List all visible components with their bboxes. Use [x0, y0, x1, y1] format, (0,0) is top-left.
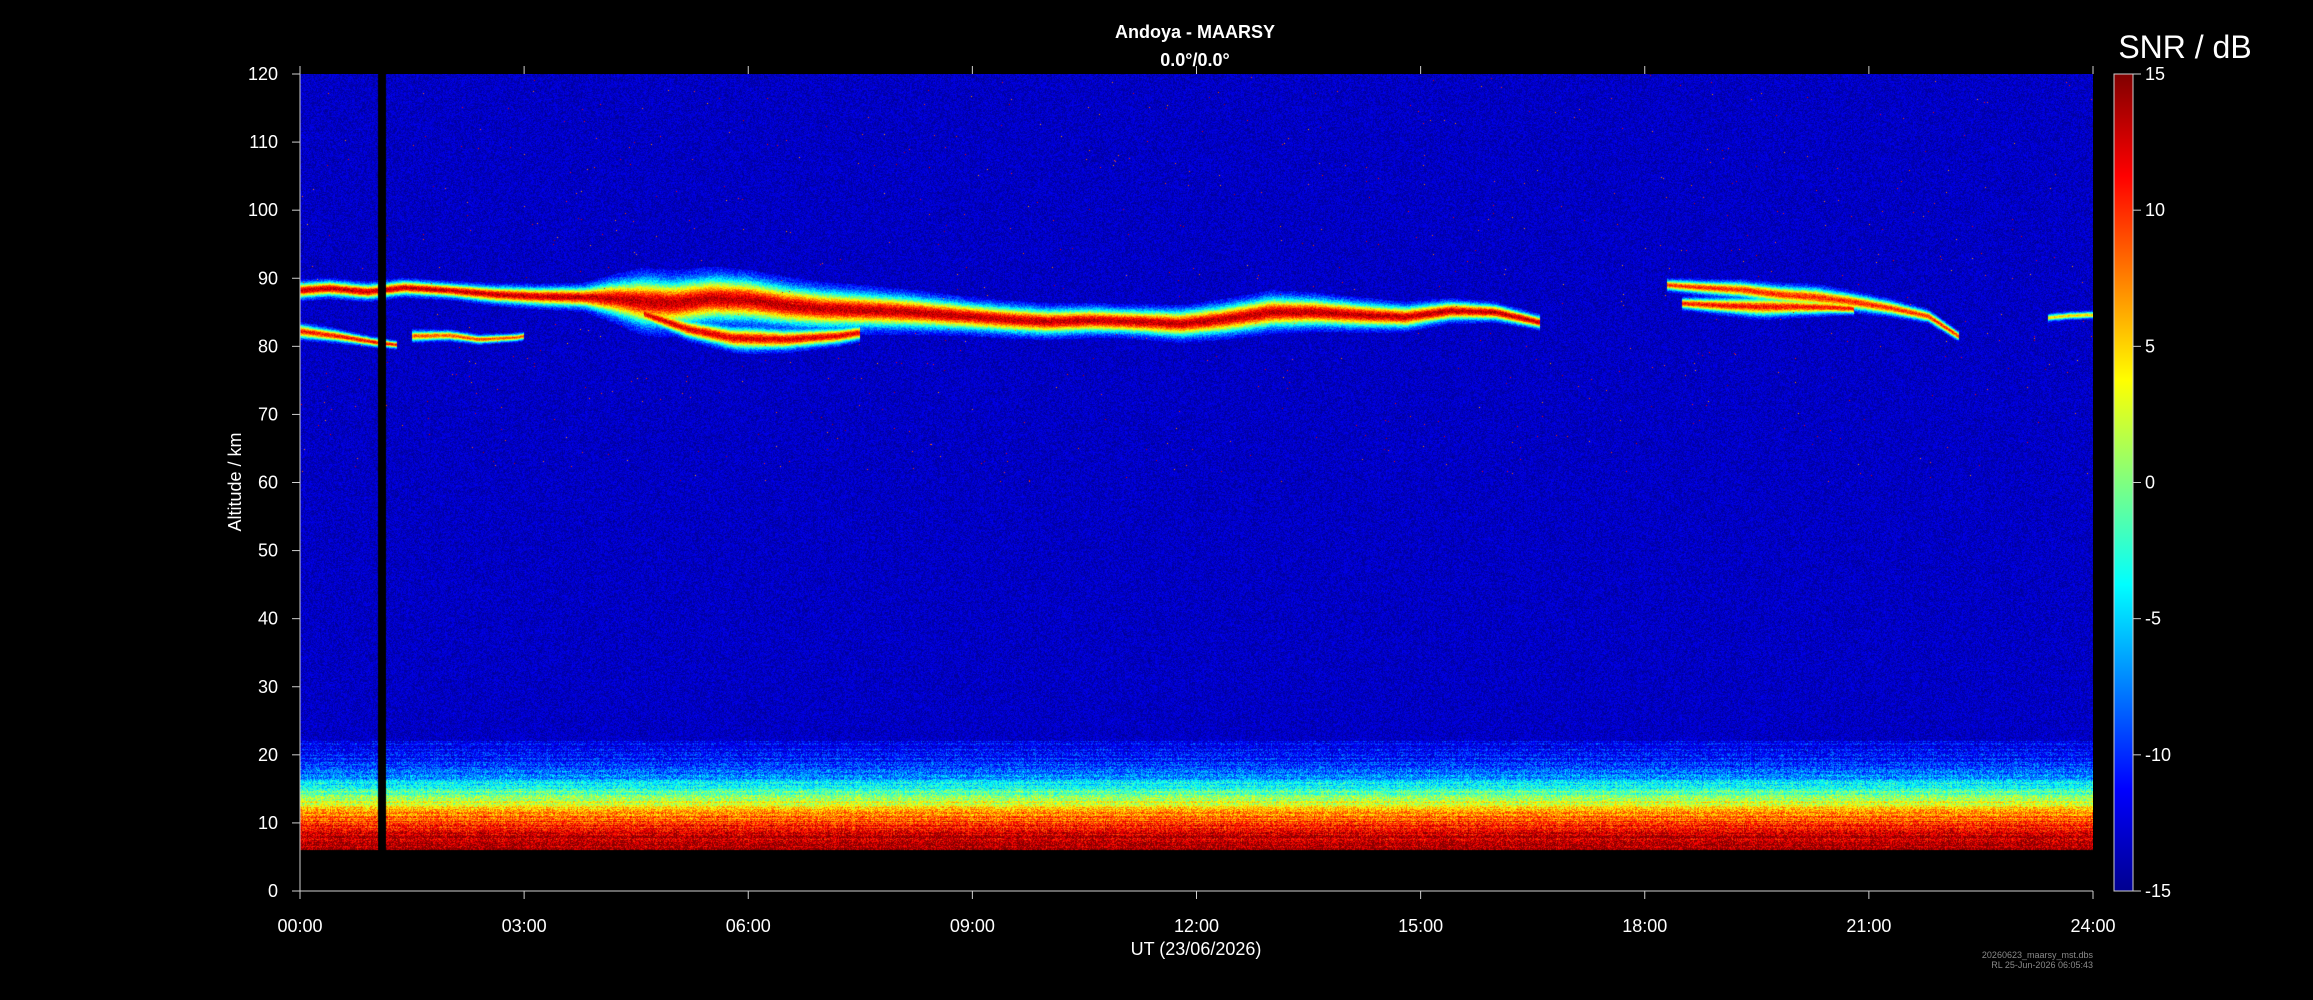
x-tick-label: 18:00 — [1622, 916, 1667, 936]
y-tick-label: 80 — [258, 336, 278, 356]
x-axis-label: UT (23/06/2026) — [1131, 939, 1262, 959]
chart-subtitle: 0.0°/0.0° — [1160, 50, 1229, 70]
y-tick-label: 110 — [249, 132, 278, 152]
colorbar — [2113, 73, 2134, 892]
snr-heatmap — [300, 74, 2093, 891]
x-tick-label: 09:00 — [950, 916, 995, 936]
y-tick-label: 100 — [248, 200, 278, 220]
colorbar-tick-label: 15 — [2145, 64, 2165, 84]
x-tick-label: 00:00 — [277, 916, 322, 936]
chart-root: Andoya - MAARSY 0.0°/0.0° 00:00 03:00 06:0… — [225, 22, 2252, 970]
colorbar-tick-label: -5 — [2145, 609, 2161, 629]
colorbar-tick-label: 5 — [2145, 336, 2155, 356]
colorbar-label: SNR / dB — [2118, 29, 2251, 65]
x-tick-label: 06:00 — [726, 916, 771, 936]
y-axis-label: Altitude / km — [225, 432, 245, 531]
x-tick-label: 12:00 — [1174, 916, 1219, 936]
y-tick-label: 70 — [258, 404, 278, 424]
plot-area — [300, 74, 2093, 891]
y-tick-label: 90 — [258, 268, 278, 288]
chart-title: Andoya - MAARSY — [1115, 22, 1275, 42]
footer-file: 20260623_maarsy_mst.dbs — [1982, 950, 2094, 960]
colorbar-tick-label: 10 — [2145, 200, 2165, 220]
x-tick-label: 21:00 — [1846, 916, 1891, 936]
x-tick-label: 15:00 — [1398, 916, 1443, 936]
footer-stamp: RL 25-Jun-2026 06:05:43 — [1991, 960, 2093, 970]
y-tick-label: 40 — [258, 609, 278, 629]
y-tick-label: 50 — [258, 541, 278, 561]
y-tick-label: 120 — [248, 64, 278, 84]
y-tick-label: 10 — [258, 813, 278, 833]
y-tick-label: 60 — [258, 473, 278, 493]
colorbar-tick-label: -10 — [2145, 745, 2171, 765]
y-tick-label: 0 — [268, 881, 278, 901]
x-tick-label: 03:00 — [502, 916, 547, 936]
y-tick-label: 20 — [258, 745, 278, 765]
y-axis: 0 10 20 30 40 50 60 70 80 90 100 110 120 — [248, 64, 300, 901]
x-tick-label: 24:00 — [2070, 916, 2115, 936]
y-tick-label: 30 — [258, 677, 278, 697]
colorbar-tick-label: -15 — [2145, 881, 2171, 901]
colorbar-tick-label: 0 — [2145, 473, 2155, 493]
colorbar-ticks: 15 10 5 0 -5 -10 -15 — [2133, 64, 2171, 901]
